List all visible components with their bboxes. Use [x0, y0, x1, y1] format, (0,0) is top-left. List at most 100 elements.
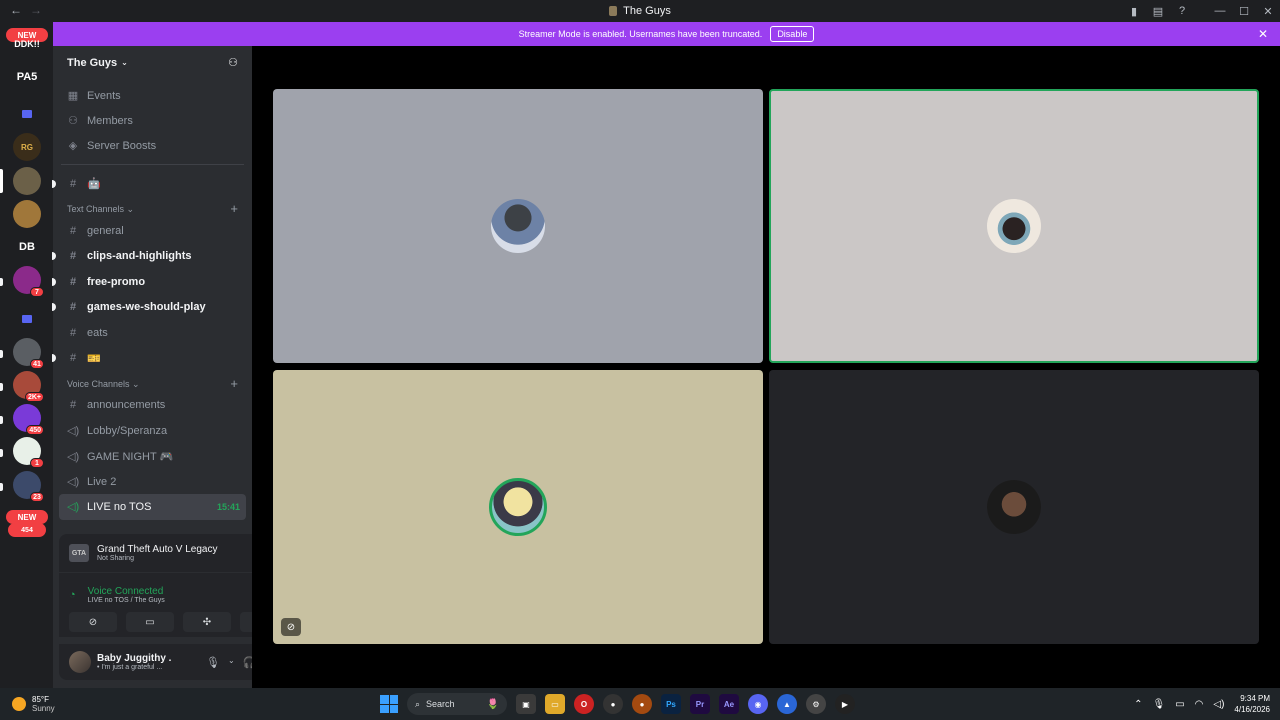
server-red[interactable]: 2K+ — [13, 371, 44, 402]
participant-tile[interactable]: ⊘ — [273, 370, 763, 644]
screen-share-button[interactable]: ▭ — [126, 612, 174, 632]
app-icon[interactable]: ● — [603, 694, 623, 714]
microphone-icon[interactable]: 🎙 — [206, 656, 220, 669]
speaker-icon: ◁) — [67, 450, 80, 463]
channel-sidebar: The Guys ⌄ ⚇ ▦ Events ⚇ Members ◈ Server Bo… — [52, 46, 299, 688]
settings-icon[interactable]: ⚙ — [806, 694, 826, 714]
divider — [61, 164, 244, 165]
chevron-up-icon[interactable]: ⌃ — [1134, 699, 1142, 710]
windows-start-icon[interactable] — [380, 695, 398, 713]
maximize-button[interactable]: ☐ — [1232, 5, 1256, 18]
add-channel-icon[interactable]: + — [230, 202, 238, 215]
user-status: • I'm just a grateful ... — [97, 664, 163, 671]
avatar[interactable] — [69, 651, 91, 673]
photoshop-icon[interactable]: Ps — [661, 694, 681, 714]
channel-games[interactable]: # games-we-should-play — [52, 295, 252, 320]
server-game[interactable] — [13, 200, 41, 228]
avatar — [489, 478, 547, 536]
taskbar-search[interactable]: ⌕ Search 🌷 — [407, 693, 507, 715]
signal-icon[interactable]: ◔ — [69, 589, 76, 601]
forward-arrow-icon[interactable]: → — [30, 3, 42, 17]
nav-events[interactable]: ▦ Events — [53, 83, 252, 108]
voice-game-night[interactable]: ◁) GAME NIGHT 🎮 — [53, 444, 252, 469]
close-banner-icon[interactable]: ✕ — [1258, 27, 1268, 41]
channel-ticket[interactable]: # 🎫 — [52, 345, 252, 370]
channel-clips[interactable]: # clips-and-highlights — [52, 244, 252, 269]
display-icon[interactable]: ▭ — [1175, 699, 1184, 710]
hash-icon: # — [69, 301, 77, 314]
inbox-icon[interactable]: ▤ — [1146, 5, 1170, 18]
after-effects-icon[interactable]: Ae — [719, 694, 739, 714]
minimize-button[interactable]: — — [1208, 5, 1232, 17]
voice-live-2[interactable]: ◁) Live 2 — [53, 469, 252, 494]
folder-icon[interactable] — [13, 305, 41, 333]
add-channel-icon[interactable]: + — [230, 377, 238, 390]
server-rg[interactable]: RG — [13, 133, 41, 161]
voice-live-no-tos[interactable]: ◁) LIVE no TOS 15:41 — [59, 494, 246, 520]
file-explorer-icon[interactable]: ▭ — [545, 694, 565, 714]
channel-bot[interactable]: # 🤖 — [52, 171, 252, 196]
server-purple[interactable]: 7 — [13, 266, 44, 297]
server-the-guys[interactable] — [13, 167, 41, 195]
add-member-icon[interactable]: ⚇ — [228, 56, 238, 69]
server-header[interactable]: The Guys ⌄ ⚇ — [53, 46, 252, 79]
folder-icon[interactable] — [13, 100, 41, 128]
hash-icon: # — [69, 275, 77, 288]
server-partial-name[interactable]: DDK!! — [14, 38, 40, 50]
server-blue[interactable]: 23 — [13, 471, 44, 502]
premiere-icon[interactable]: Pr — [690, 694, 710, 714]
server-gray[interactable]: 41 — [13, 338, 44, 369]
server-pa5[interactable]: PA5 — [13, 63, 41, 91]
server-violet[interactable]: 450 — [13, 404, 44, 435]
participant-tile-speaking[interactable] — [769, 89, 1259, 363]
channel-eats[interactable]: # eats — [53, 320, 252, 345]
voice-lobby[interactable]: ◁) Lobby/Speranza — [53, 418, 252, 443]
weather-widget[interactable]: 85°F Sunny — [12, 695, 55, 713]
microphone-icon[interactable]: 🎙 — [1152, 699, 1165, 710]
hash-icon: # — [69, 399, 77, 412]
back-arrow-icon[interactable]: ← — [10, 3, 22, 17]
avatar — [491, 199, 545, 253]
participant-tile[interactable] — [769, 370, 1259, 644]
activities-button[interactable]: ✣ — [183, 612, 231, 632]
volume-icon[interactable]: ◁) — [1213, 699, 1224, 710]
bookmark-icon[interactable]: ▮ — [1122, 5, 1146, 18]
channel-free-promo[interactable]: # free-promo — [52, 269, 252, 294]
channel-general[interactable]: # general — [53, 218, 252, 243]
avatar — [987, 199, 1041, 253]
avatar — [987, 480, 1041, 534]
server-leaf[interactable]: 1 — [13, 437, 44, 468]
channel-announcements[interactable]: # announcements — [53, 393, 252, 418]
disable-streamer-button[interactable]: Disable — [770, 26, 815, 42]
game-icon: GTA — [69, 544, 89, 562]
hash-icon: # — [69, 177, 77, 190]
close-window-button[interactable]: ✕ — [1256, 5, 1280, 18]
chevron-down-icon: ⌄ — [121, 58, 128, 67]
opera-icon[interactable]: O — [574, 694, 594, 714]
system-clock[interactable]: 9:34 PM 4/16/2026 — [1234, 693, 1270, 715]
speaker-icon: ◁) — [67, 501, 80, 514]
server-rail: NEW DDK!! PA5 RG DB 7 41 2K+ 450 1 23 NE… — [0, 22, 53, 688]
app-icon[interactable]: ● — [632, 694, 652, 714]
media-player-icon[interactable]: ▶ — [835, 694, 855, 714]
help-icon[interactable]: ? — [1170, 5, 1194, 17]
nav-server-boosts[interactable]: ◈ Server Boosts — [53, 133, 252, 158]
voice-category[interactable]: Voice Channels ⌄ + — [53, 371, 252, 393]
new-count-badge: 454 — [8, 523, 46, 537]
server-db[interactable]: DB — [13, 233, 41, 261]
camera-off-icon[interactable]: ⊘ — [281, 618, 301, 636]
task-view-icon[interactable]: ▣ — [516, 694, 536, 714]
chevron-down-icon[interactable]: ⌄ — [228, 656, 235, 669]
window-title: The Guys — [623, 5, 671, 17]
discord-icon[interactable]: ◉ — [748, 694, 768, 714]
app-icon[interactable]: ▲ — [777, 694, 797, 714]
camera-off-button[interactable]: ⊘ — [69, 612, 117, 632]
tulip-icon: 🌷 — [486, 698, 499, 710]
text-category[interactable]: Text Channels ⌄ + — [53, 196, 252, 218]
wifi-icon[interactable]: ◠ — [1195, 699, 1204, 710]
nav-members[interactable]: ⚇ Members — [53, 108, 252, 133]
voice-status: Voice Connected — [87, 586, 164, 597]
username: Baby Juggithy . — [97, 653, 172, 664]
boost-icon: ◈ — [68, 140, 78, 152]
participant-tile[interactable] — [273, 89, 763, 363]
